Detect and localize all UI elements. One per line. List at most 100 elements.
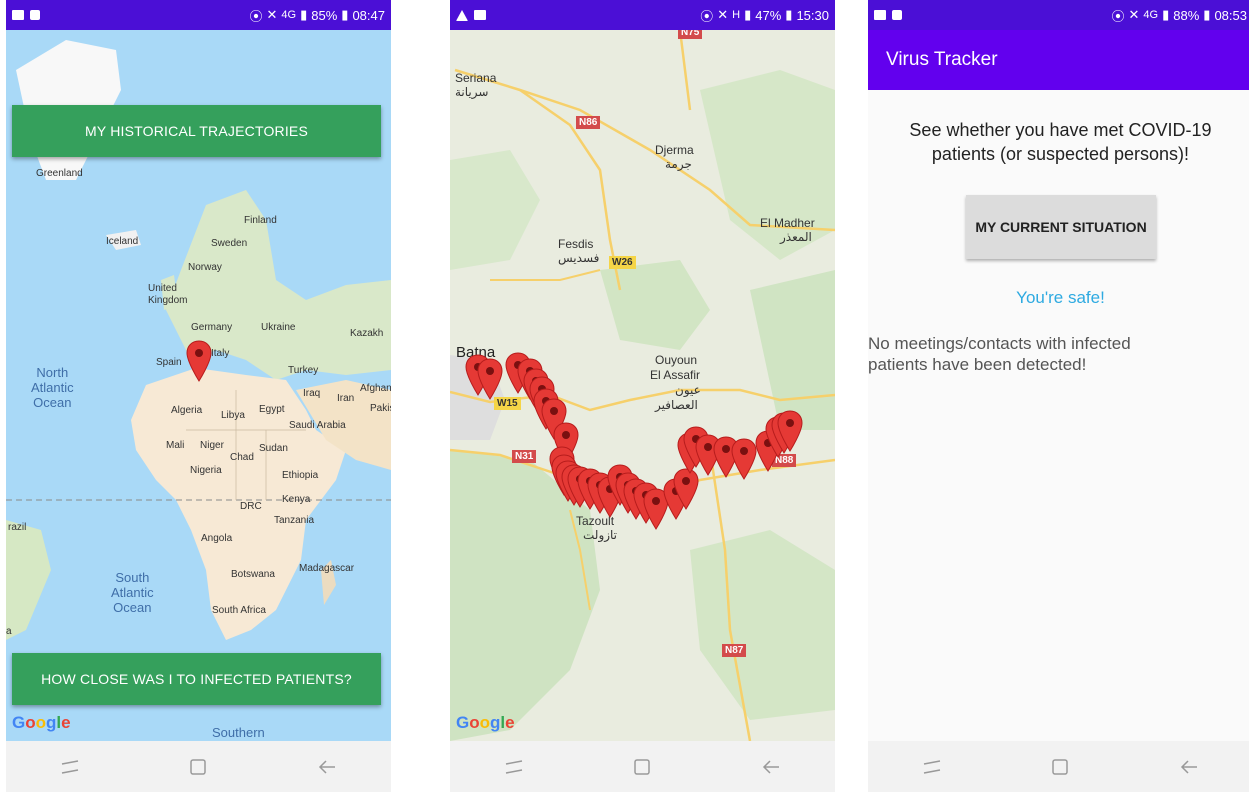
status-bar: ⦿ ✕ 4G ▮ 88% ▮ 08:53	[868, 0, 1249, 30]
back-icon[interactable]	[1175, 753, 1203, 781]
map-label: Mali	[166, 440, 185, 451]
result-line: patients have been detected!	[868, 355, 1087, 374]
map-label: Kazakh	[350, 328, 384, 339]
how-close-infected-button[interactable]: HOW CLOSE WAS I TO INFECTED PATIENTS?	[12, 653, 381, 705]
clock: 15:30	[796, 7, 829, 23]
warning-icon	[456, 9, 468, 21]
google-logo: Google	[12, 713, 71, 732]
battery-icon: ▮	[1203, 7, 1211, 22]
place-label: Fesdis	[558, 237, 594, 251]
trajectory-marker-icon[interactable]	[477, 358, 503, 400]
battery-icon: ▮	[785, 7, 793, 22]
back-icon[interactable]	[313, 753, 341, 781]
ocean-label-south-atlantic: South Atlantic Ocean	[111, 570, 154, 615]
trajectory-marker-icon[interactable]	[731, 438, 757, 480]
battery-percent: 85%	[311, 7, 338, 23]
local-map[interactable]: Seriana سريانة Djerma جرمة El Madher الم…	[450, 26, 835, 741]
map-label: Kenya	[282, 494, 311, 505]
place-label: فسديس	[558, 251, 600, 265]
location-marker-icon[interactable]	[186, 340, 212, 382]
navigation-bar	[450, 741, 835, 792]
map-label: Southern	[212, 725, 265, 740]
place-label: El Madher	[760, 216, 815, 230]
main-content: See whether you have met COVID-19 patien…	[868, 90, 1249, 741]
trajectory-marker-icon[interactable]	[777, 410, 803, 452]
road-badge: N31	[512, 450, 537, 463]
status-bar: ⦿ ✕ H ▮ 47% ▮ 15:30	[450, 0, 835, 30]
ocean-label-north-atlantic: North Atlantic Ocean	[31, 365, 74, 410]
map-label: Afghan	[360, 383, 391, 394]
historical-trajectories-button[interactable]: MY HISTORICAL TRAJECTORIES	[12, 105, 381, 157]
intro-line: patients (or suspected persons)!	[931, 144, 1190, 164]
map-label: Italy	[211, 348, 230, 359]
battery-percent: 47%	[755, 7, 782, 23]
recent-apps-icon[interactable]	[918, 753, 946, 781]
road-badge: N87	[722, 644, 747, 657]
result-text: No meetings/contacts with infected patie…	[868, 333, 1198, 375]
intro-line: See whether you have met COVID-19	[909, 120, 1212, 140]
road-badge: W26	[609, 256, 636, 269]
signal-icon: ▮	[300, 7, 308, 22]
place-label: Ouyoun	[655, 353, 698, 367]
map-label: Iran	[337, 393, 355, 404]
map-label: Botswana	[231, 569, 275, 580]
map-label: Sweden	[211, 238, 248, 249]
place-label: El Assafir	[650, 368, 701, 382]
map-label: United	[148, 283, 177, 294]
navigation-bar	[868, 741, 1249, 792]
battery-icon: ▮	[341, 7, 349, 22]
gallery-icon	[12, 10, 24, 20]
home-icon[interactable]	[1046, 753, 1074, 781]
gallery-icon	[874, 10, 886, 20]
signal-icon: ▮	[744, 7, 752, 22]
place-label: Djerma	[655, 143, 694, 157]
map-label: Germany	[191, 322, 233, 333]
map-label: Angola	[201, 533, 233, 544]
map-label: Sudan	[259, 443, 288, 454]
network-type: 4G	[281, 9, 297, 21]
location-icon: ⦿	[1111, 8, 1125, 24]
map-label: Algeria	[171, 405, 203, 416]
recent-apps-icon[interactable]	[500, 753, 528, 781]
place-label: Seriana	[455, 71, 497, 85]
map-label: a	[6, 626, 12, 637]
map-label: Kingdom	[148, 295, 188, 306]
signal-icon: ▮	[1162, 7, 1170, 22]
network-type: H	[732, 9, 741, 21]
map-label: Greenland	[36, 168, 83, 179]
map-label: DRC	[240, 501, 262, 512]
app-title: Virus Tracker	[886, 49, 998, 70]
map-label: Madagascar	[299, 563, 355, 574]
safe-status-text: You're safe!	[1016, 288, 1105, 307]
phone-world-map: ⦿ ✕ 4G ▮ 85% ▮ 08:47 Greenland Iceland F…	[6, 0, 391, 792]
map-label: Norway	[188, 262, 222, 273]
phone-local-map: ⦿ ✕ H ▮ 47% ▮ 15:30 Seriana سريانة Djerm…	[450, 0, 835, 792]
place-label: جرمة	[665, 157, 692, 171]
alarm-icon: ✕	[717, 7, 729, 22]
back-icon[interactable]	[757, 753, 785, 781]
home-icon[interactable]	[628, 753, 656, 781]
place-label: المعذر	[780, 230, 812, 244]
map-label: Saudi Arabia	[289, 420, 346, 431]
map-label: Turkey	[288, 365, 319, 376]
map-label: Iceland	[106, 236, 139, 247]
mute-icon: ✕	[1128, 7, 1140, 22]
map-label: Ukraine	[261, 322, 296, 333]
clock: 08:47	[352, 7, 385, 23]
map-label: Chad	[230, 452, 254, 463]
map-label: Spain	[156, 357, 182, 368]
intro-text: See whether you have met COVID-19 patien…	[868, 118, 1249, 166]
app-bar: Virus Tracker	[868, 30, 1249, 90]
map-label: Nigeria	[190, 465, 222, 476]
map-label: Iraq	[303, 388, 321, 399]
current-situation-button[interactable]: MY CURRENT SITUATION	[966, 195, 1156, 259]
navigation-bar	[6, 741, 391, 792]
gallery-icon	[474, 10, 486, 20]
place-label: العصافير	[655, 398, 698, 412]
road-badge: N86	[576, 116, 601, 129]
location-icon: ⦿	[249, 8, 263, 24]
recent-apps-icon[interactable]	[56, 753, 84, 781]
home-icon[interactable]	[184, 753, 212, 781]
location-icon: ⦿	[700, 8, 714, 24]
network-type: 4G	[1143, 9, 1159, 21]
